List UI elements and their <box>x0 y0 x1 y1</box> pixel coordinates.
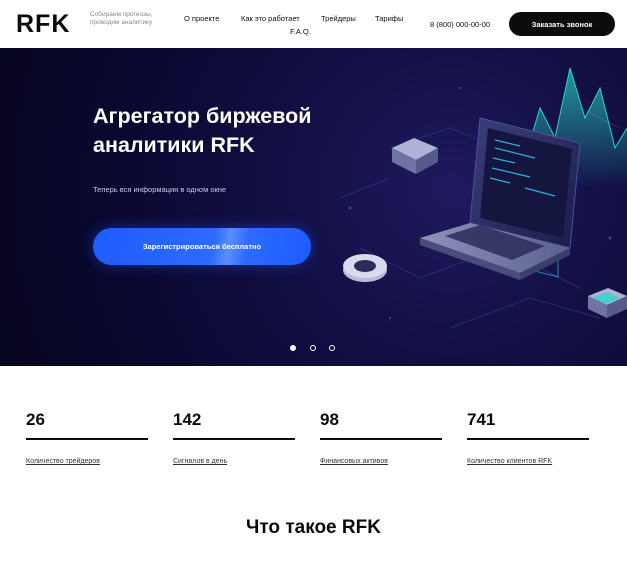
nav-item-how-it-works[interactable]: Как это работает <box>241 14 300 23</box>
stat-divider <box>467 438 589 440</box>
hero-subtitle: Теперь вся информация в одном окне <box>93 185 227 194</box>
stat-value: 142 <box>173 410 202 429</box>
stat-label-link[interactable]: Количество клиентов RFK <box>467 458 552 465</box>
phone-number[interactable]: 8 (800) 000-00-00 <box>430 20 490 29</box>
stat-assets: 98 Финансовых активов <box>320 410 442 465</box>
register-button[interactable]: Зарегистрироваться бесплатно <box>93 228 311 265</box>
slider-dots <box>290 345 340 353</box>
stat-divider <box>320 438 442 440</box>
site-header: RFK Собираем прогнозы, проводим аналитик… <box>0 0 627 48</box>
stat-value: 741 <box>467 410 496 429</box>
laptop-illustration <box>339 67 627 329</box>
main-nav: О проекте Как это работает Трейдеры Тари… <box>172 14 422 44</box>
stat-divider <box>173 438 295 440</box>
slider-dot-3[interactable] <box>329 345 335 351</box>
stat-clients: 741 Количество клиентов RFK <box>467 410 589 465</box>
hero-title: Агрегатор биржевой аналитики RFK <box>93 104 312 157</box>
nav-item-faq[interactable]: F.A.Q. <box>290 27 311 36</box>
slider-dot-2[interactable] <box>310 345 316 351</box>
logo[interactable]: RFK <box>16 10 70 39</box>
stat-signals: 142 Сигналов в день <box>173 410 295 465</box>
hero-banner: Агрегатор биржевой аналитики RFK Теперь … <box>0 48 627 366</box>
stat-divider <box>26 438 148 440</box>
nav-item-about[interactable]: О проекте <box>184 14 219 23</box>
call-request-button[interactable]: Заказать звонок <box>509 12 615 36</box>
stat-label-link[interactable]: Финансовых активов <box>320 458 388 465</box>
stat-traders: 26 Количество трейдеров <box>26 410 148 465</box>
logo-tagline: Собираем прогнозы, проводим аналитику <box>90 11 153 26</box>
nav-item-traders[interactable]: Трейдеры <box>321 14 356 23</box>
stat-value: 26 <box>26 410 45 429</box>
stat-value: 98 <box>320 410 339 429</box>
section-title: Что такое RFK <box>246 517 381 538</box>
stat-label-link[interactable]: Сигналов в день <box>173 458 227 465</box>
stat-label-link[interactable]: Количество трейдеров <box>26 458 100 465</box>
slider-dot-1[interactable] <box>290 345 296 351</box>
nav-item-pricing[interactable]: Тарифы <box>375 14 403 23</box>
